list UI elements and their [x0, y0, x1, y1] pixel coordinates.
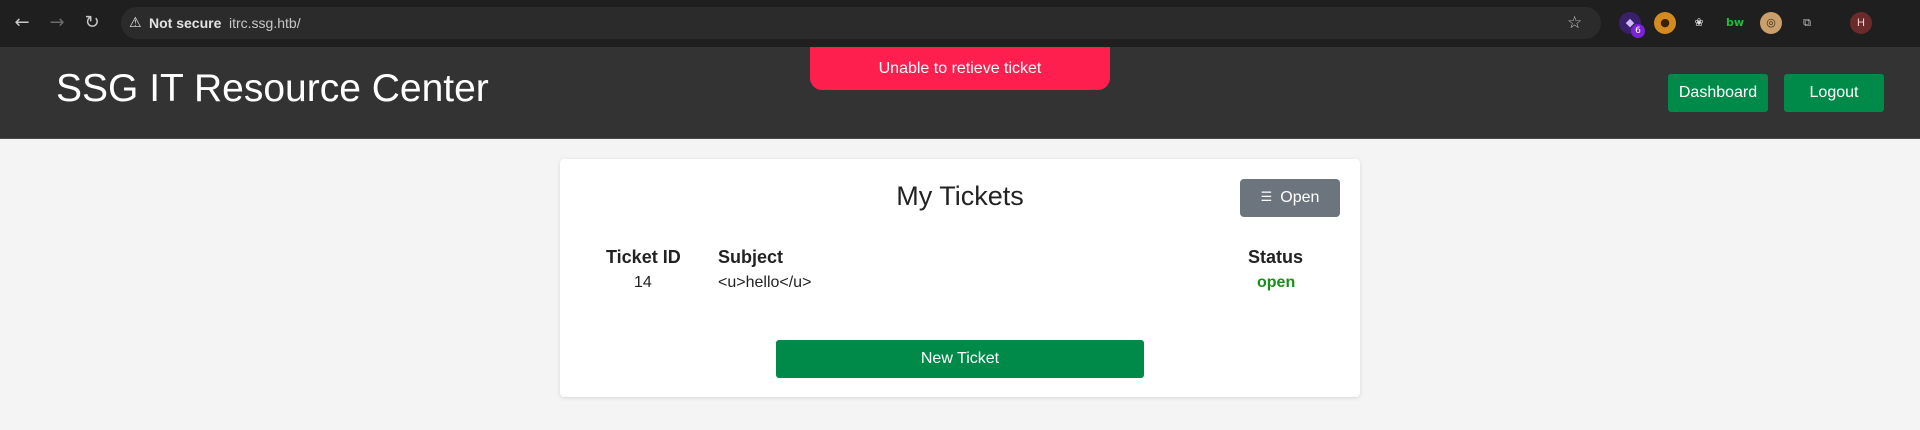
ticket-id-cell[interactable]: 14: [634, 274, 652, 292]
column-header-subject[interactable]: Subject: [718, 247, 783, 268]
ext-bw-icon[interactable]: bw: [1724, 12, 1746, 34]
page-title: SSG IT Resource Center: [56, 67, 489, 110]
forward-icon[interactable]: →: [45, 11, 69, 35]
ext-purple-icon[interactable]: ◆ 6: [1619, 12, 1645, 38]
filter-icon: ☰: [1260, 190, 1273, 205]
column-header-status[interactable]: Status: [1248, 247, 1303, 268]
ext-cookie-icon[interactable]: ❀: [1688, 12, 1710, 34]
status-filter-button[interactable]: ☰ Open: [1240, 179, 1340, 217]
reload-icon[interactable]: ↻: [80, 11, 104, 35]
avatar[interactable]: H: [1850, 12, 1872, 34]
back-icon[interactable]: ←: [10, 11, 34, 35]
ticket-subject-cell[interactable]: <u>hello</u>: [718, 274, 811, 292]
bookmark-star-icon[interactable]: ☆: [1567, 13, 1587, 33]
puzzle-icon[interactable]: ⧉: [1796, 12, 1818, 34]
ticket-status-cell: open: [1257, 274, 1296, 291]
new-ticket-button[interactable]: New Ticket: [776, 340, 1144, 378]
error-toast: Unable to retieve ticket: [810, 47, 1110, 90]
browser-toolbar: ← → ↻ ⚠ Not secure itrc.ssg.htb/ ☆ ◆ 6 ●…: [0, 0, 1920, 47]
extension-badge: 6: [1631, 24, 1645, 38]
ext-orange-icon[interactable]: ●: [1654, 12, 1676, 34]
address-bar[interactable]: ⚠ Not secure itrc.ssg.htb/ ☆: [121, 7, 1601, 39]
security-indicator[interactable]: ⚠ Not secure: [129, 7, 221, 39]
url-text[interactable]: itrc.ssg.htb/: [229, 7, 301, 39]
tickets-card: My Tickets ☰ Open Ticket ID Subject Stat…: [560, 159, 1360, 397]
warning-icon: ⚠: [129, 15, 142, 31]
dashboard-button[interactable]: Dashboard: [1668, 74, 1768, 112]
ext-glasses-icon[interactable]: ◎: [1760, 12, 1782, 34]
logout-button[interactable]: Logout: [1784, 74, 1884, 112]
security-label: Not secure: [149, 15, 222, 31]
filter-label: Open: [1280, 189, 1320, 206]
column-header-ticket-id[interactable]: Ticket ID: [606, 247, 681, 268]
